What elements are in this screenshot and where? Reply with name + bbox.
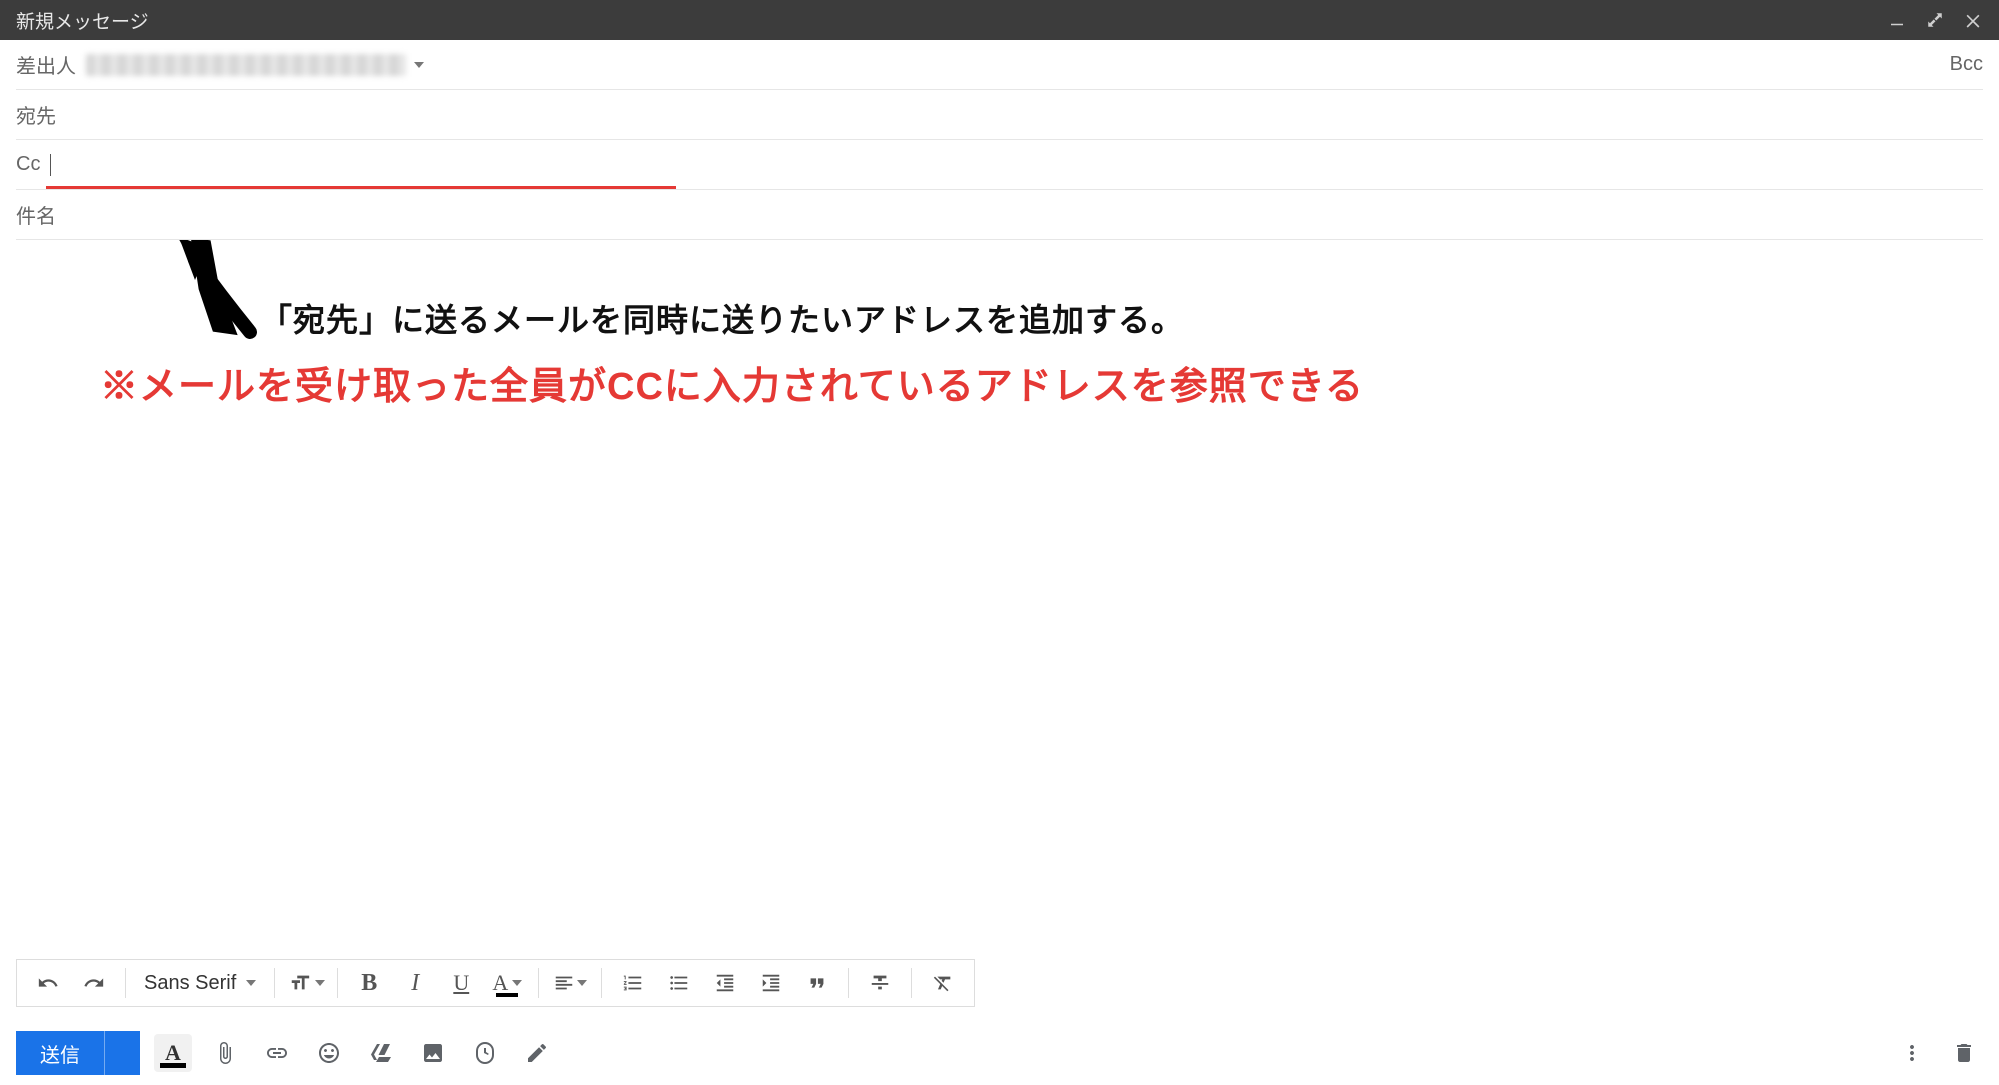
font-name: Sans Serif [144,972,236,995]
undo-button[interactable] [27,963,69,1003]
strikethrough-button[interactable] [859,963,901,1003]
compose-fields: 差出人 Bcc 宛先 Cc 件名 [0,40,1999,240]
formatting-options-button[interactable]: A [154,1034,192,1072]
font-size-button[interactable] [285,963,327,1003]
from-value[interactable] [86,54,424,76]
send-button[interactable]: 送信 [16,1031,104,1075]
cc-label: Cc [16,153,40,176]
send-split-button: 送信 [16,1031,140,1075]
chevron-down-icon [246,980,256,986]
restore-icon[interactable] [1925,10,1945,30]
window-title: 新規メッセージ [16,7,1887,34]
more-options-button[interactable] [1893,1034,1931,1072]
bcc-link[interactable]: Bcc [1950,53,1983,76]
minimize-icon[interactable] [1887,10,1907,30]
close-icon[interactable] [1963,10,1983,30]
redo-button[interactable] [73,963,115,1003]
compose-actions: 送信 A [0,1021,1999,1085]
format-toolbar: Sans Serif B I U A [16,959,975,1007]
insert-link-button[interactable] [258,1034,296,1072]
from-label: 差出人 [16,50,76,79]
annotation-text-2: ※メールを受け取った全員がCCに入力されているアドレスを参照できる [100,355,1364,410]
window-controls [1887,10,1983,30]
cc-highlight-underline [46,186,676,189]
indent-less-button[interactable] [704,963,746,1003]
indent-more-button[interactable] [750,963,792,1003]
from-address-redacted [86,54,406,76]
insert-signature-button[interactable] [518,1034,556,1072]
subject-row[interactable]: 件名 [16,190,1983,240]
italic-button[interactable]: I [394,963,436,1003]
chevron-down-icon [512,980,522,986]
quote-button[interactable] [796,963,838,1003]
chevron-down-icon [577,980,587,986]
chevron-down-icon[interactable] [414,62,424,68]
insert-photo-button[interactable] [414,1034,452,1072]
discard-draft-button[interactable] [1945,1034,1983,1072]
send-options-button[interactable] [104,1031,140,1075]
subject-label: 件名 [16,200,56,229]
subject-input[interactable] [66,203,1983,226]
to-label: 宛先 [16,100,56,129]
to-row[interactable]: 宛先 [16,90,1983,140]
cc-row[interactable]: Cc [16,140,1983,190]
annotation-text-1: 「宛先」に送るメールを同時に送りたいアドレスを追加する。 [260,295,1184,341]
bulleted-list-button[interactable] [658,963,700,1003]
titlebar: 新規メッセージ [0,0,1999,40]
confidential-mode-button[interactable] [466,1034,504,1072]
numbered-list-button[interactable] [612,963,654,1003]
font-picker[interactable]: Sans Serif [136,972,264,995]
from-row: 差出人 Bcc [16,40,1983,90]
align-button[interactable] [549,963,591,1003]
chevron-down-icon [315,980,325,986]
underline-button[interactable]: U [440,963,482,1003]
compose-body[interactable]: 「宛先」に送るメールを同時に送りたいアドレスを追加する。 ※メールを受け取った全… [0,240,1999,959]
remove-formatting-button[interactable] [922,963,964,1003]
arrow-annotation-icon [165,240,275,350]
insert-emoji-button[interactable] [310,1034,348,1072]
attach-file-button[interactable] [206,1034,244,1072]
text-color-button[interactable]: A [486,963,528,1003]
bold-button[interactable]: B [348,963,390,1003]
to-input[interactable] [66,103,1983,126]
insert-drive-button[interactable] [362,1034,400,1072]
